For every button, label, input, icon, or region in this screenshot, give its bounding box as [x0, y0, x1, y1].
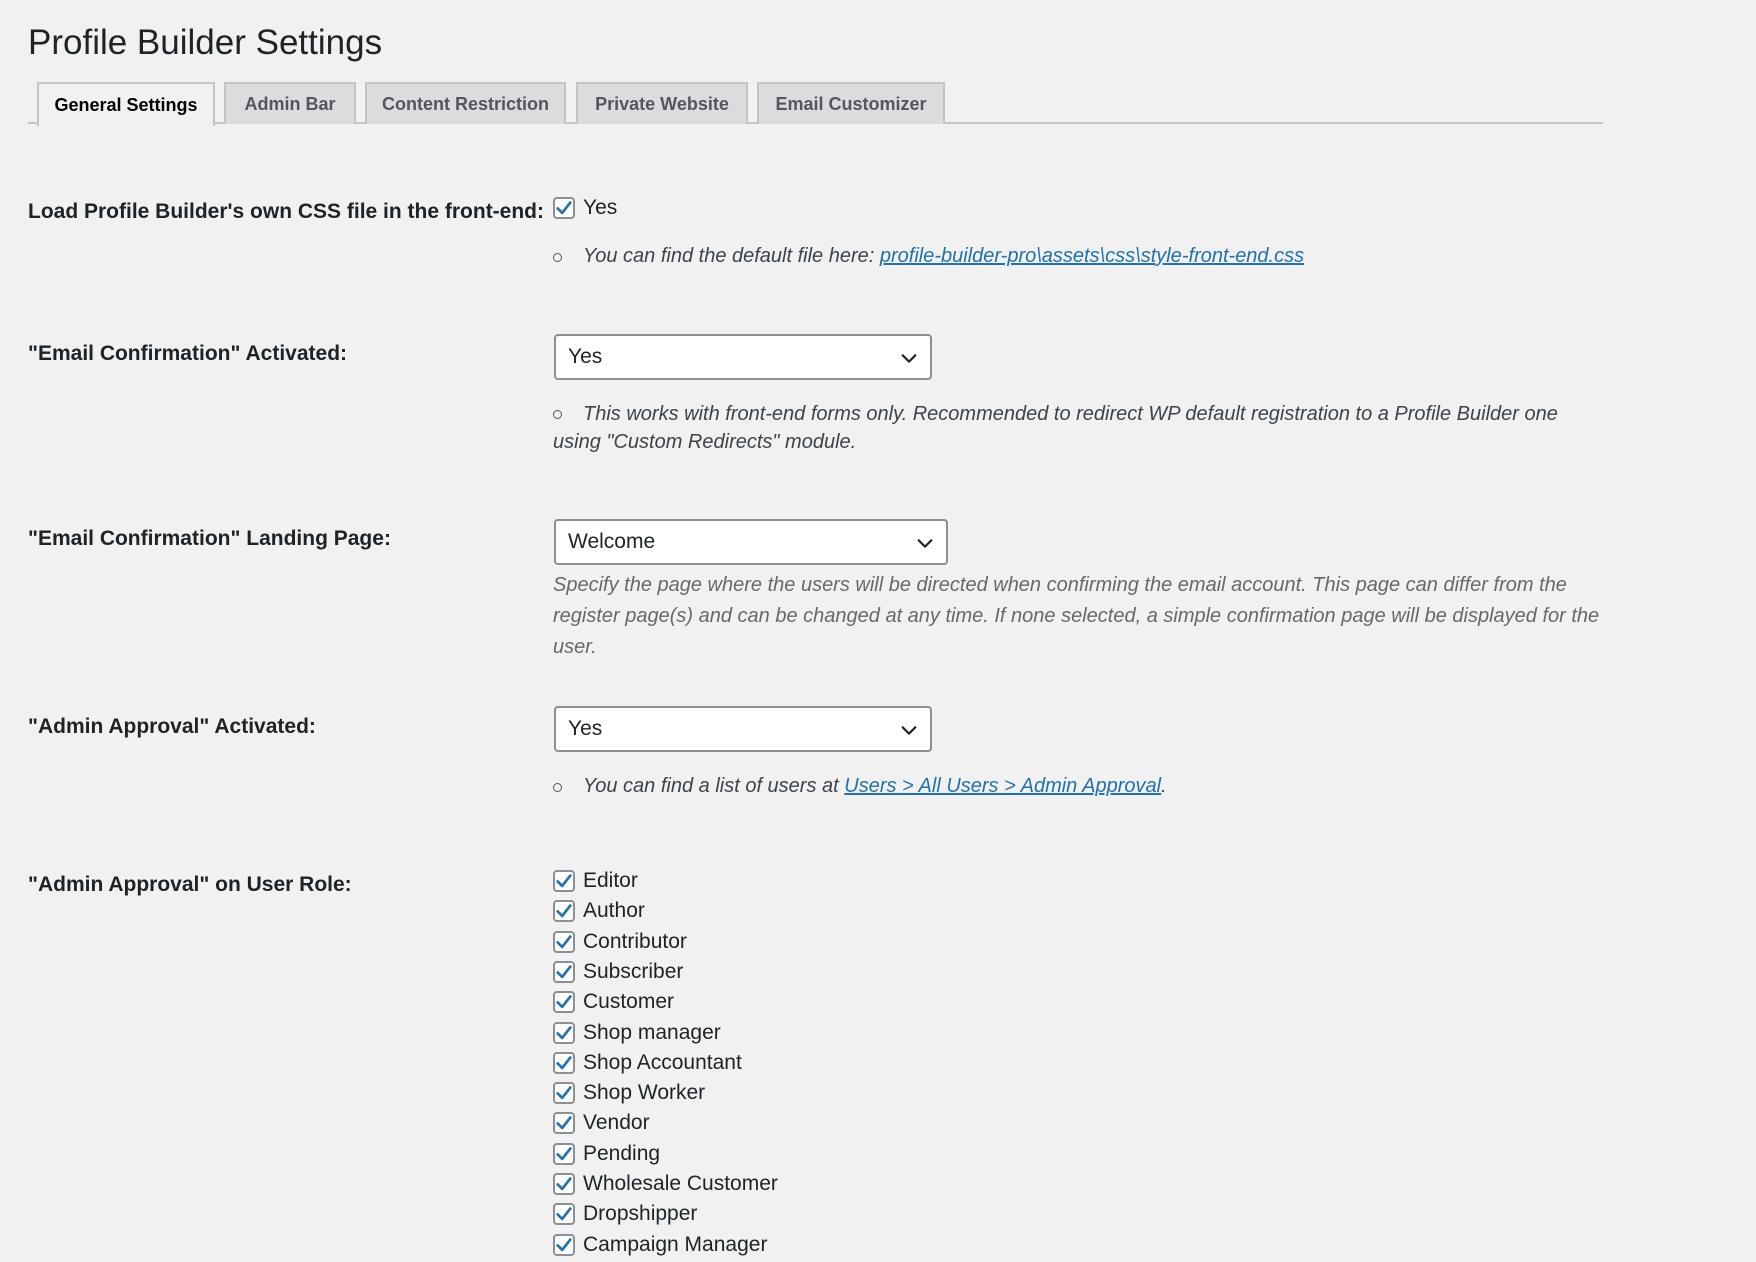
landing-page-label: "Email Confirmation" Landing Page: [28, 527, 391, 550]
role-checkbox-label: Editor [583, 869, 638, 892]
checkmark-icon [556, 1056, 572, 1070]
role-checkbox-label: Shop manager [583, 1021, 721, 1044]
tab-content-restriction[interactable]: Content Restriction [365, 82, 566, 124]
email-confirmation-note: This works with front-end forms only. Re… [553, 403, 1558, 453]
role-checkbox[interactable] [553, 991, 575, 1013]
checkmark-icon [556, 874, 572, 888]
checkmark-icon [556, 1147, 572, 1161]
page-title: Profile Builder Settings [28, 23, 383, 62]
admin-approval-select[interactable]: Yes [554, 706, 932, 752]
role-checkbox[interactable] [553, 1173, 575, 1195]
css-note: You can find the default file here: prof… [583, 242, 1304, 270]
css-file-link[interactable]: profile-builder-pro\assets\css\style-fro… [880, 245, 1304, 267]
checkmark-icon [556, 1238, 572, 1252]
bullet [553, 783, 562, 792]
landing-page-value: Welcome [568, 530, 656, 553]
role-checkbox[interactable] [553, 1022, 575, 1044]
tab-admin-bar[interactable]: Admin Bar [224, 82, 356, 124]
role-checkbox-label: Pending [583, 1142, 661, 1165]
checkmark-icon [556, 935, 572, 949]
admin-approval-note-text: You can find a list of users at [583, 775, 845, 797]
role-checkbox[interactable] [553, 961, 575, 983]
email-confirmation-value: Yes [568, 345, 603, 368]
checkmark-icon [556, 1207, 572, 1221]
css-checkbox[interactable] [553, 197, 575, 219]
css-note-text: You can find the default file here: [583, 245, 880, 267]
checkmark-icon [556, 1116, 572, 1130]
role-checkbox-label: Campaign Manager [583, 1233, 768, 1256]
role-checkbox[interactable] [553, 1082, 575, 1104]
checkmark-icon [556, 1026, 572, 1040]
tab-email-customizer[interactable]: Email Customizer [757, 82, 945, 124]
admin-approval-note: You can find a list of users at Users > … [583, 772, 1167, 800]
role-checkbox[interactable] [553, 1143, 575, 1165]
role-checkbox[interactable] [553, 1234, 575, 1256]
role-checkbox[interactable] [553, 1203, 575, 1225]
bullet [553, 253, 562, 262]
role-checkbox[interactable] [553, 1112, 575, 1134]
role-checkbox-label: Contributor [583, 930, 687, 953]
admin-approval-label: "Admin Approval" Activated: [28, 715, 316, 738]
role-checkbox[interactable] [553, 931, 575, 953]
tab-private-website[interactable]: Private Website [576, 82, 748, 124]
role-checkbox-label: Dropshipper [583, 1202, 698, 1225]
role-checkbox-label: Subscriber [583, 960, 684, 983]
checkmark-icon [556, 201, 572, 215]
landing-page-select[interactable]: Welcome [554, 519, 948, 565]
role-checkbox[interactable] [553, 1052, 575, 1074]
checkmark-icon [556, 965, 572, 979]
email-confirmation-select[interactable]: Yes [554, 334, 932, 380]
css-checkbox-label: Yes [583, 196, 618, 219]
landing-page-note: Specify the page where the users will be… [553, 574, 1600, 658]
checkmark-icon [556, 904, 572, 918]
admin-approval-link[interactable]: Users > All Users > Admin Approval [844, 775, 1161, 797]
chevron-down-icon [901, 354, 917, 363]
role-checkbox-label: Author [583, 899, 645, 922]
admin-approval-note-suffix: . [1161, 775, 1167, 797]
role-checkbox-label: Shop Accountant [583, 1051, 742, 1074]
admin-approval-value: Yes [568, 717, 603, 740]
chevron-down-icon [917, 539, 933, 548]
role-checkbox-label: Shop Worker [583, 1081, 706, 1104]
checkmark-icon [556, 1086, 572, 1100]
role-checkbox[interactable] [553, 900, 575, 922]
user-roles-label: "Admin Approval" on User Role: [28, 873, 352, 896]
checkmark-icon [556, 995, 572, 1009]
css-setting-label: Load Profile Builder's own CSS file in t… [28, 200, 545, 223]
role-checkbox[interactable] [553, 870, 575, 892]
email-confirmation-label: "Email Confirmation" Activated: [28, 342, 348, 365]
chevron-down-icon [901, 726, 917, 735]
settings-tabs: General Settings Admin Bar Content Restr… [28, 82, 1603, 126]
tab-general-settings[interactable]: General Settings [37, 82, 215, 126]
role-checkbox-label: Customer [583, 990, 675, 1013]
checkmark-icon [556, 1177, 572, 1191]
role-checkbox-label: Wholesale Customer [583, 1172, 778, 1195]
role-checkbox-label: Vendor [583, 1111, 650, 1134]
